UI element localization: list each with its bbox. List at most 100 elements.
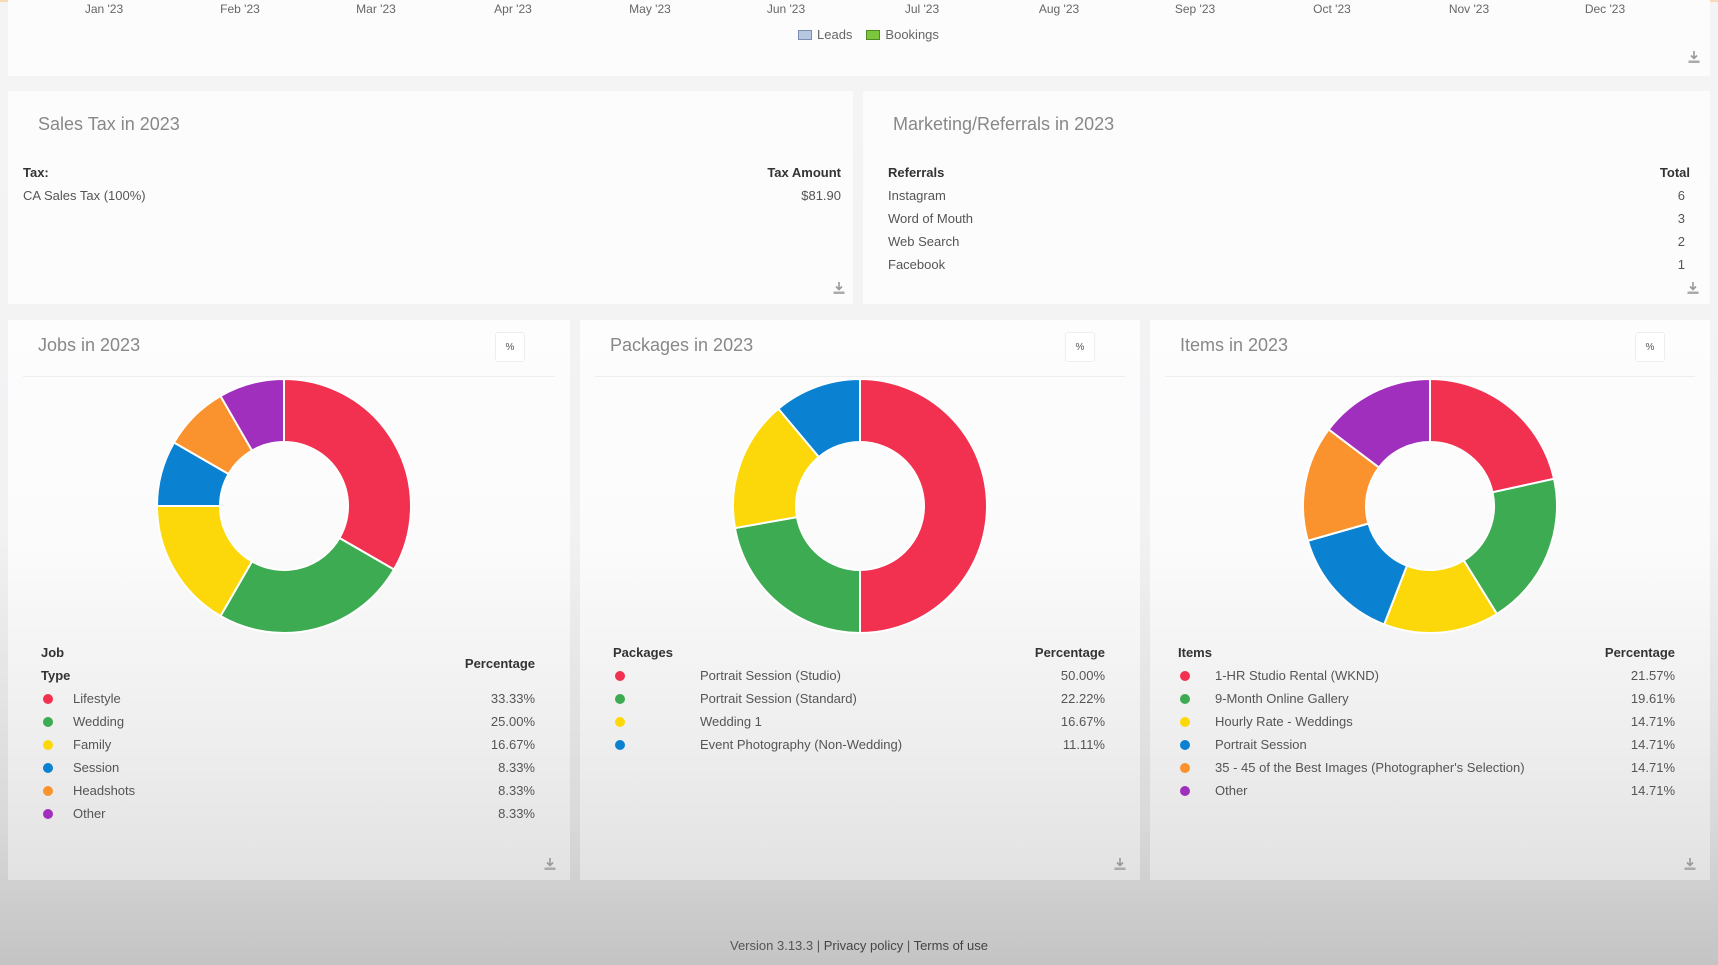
legend-label: Family (73, 737, 112, 752)
legend-dot (43, 694, 53, 704)
legend-dot (1180, 786, 1190, 796)
legend-dot (1180, 694, 1190, 704)
download-icon[interactable] (1686, 281, 1700, 295)
tax-name: CA Sales Tax (100%) (23, 188, 146, 203)
version-text: Version 3.13.3 (730, 938, 814, 953)
legend-swatch-bookings (866, 29, 881, 40)
percent-toggle-button[interactable]: % (1635, 332, 1665, 362)
referral-name: Facebook (888, 257, 946, 272)
legend-label: 9-Month Online Gallery (1215, 691, 1349, 706)
legend-dot (43, 717, 53, 727)
x-tick-label: Apr '23 (494, 2, 532, 16)
terms-of-use-link[interactable]: Terms of use (914, 938, 988, 953)
download-icon[interactable] (543, 857, 557, 871)
legend-label: Headshots (73, 783, 136, 798)
legend-percentage: 16.67% (1060, 714, 1105, 729)
x-tick-label: Nov '23 (1448, 2, 1490, 16)
panel-title: Items in 2023 (1180, 335, 1289, 355)
donut-slice-portrait-session-standard[interactable] (733, 515, 861, 635)
tax-amount: $81.90 (801, 188, 841, 203)
column-header-label: Packages (613, 645, 673, 660)
separator: | (813, 938, 824, 953)
legend-dot (615, 671, 625, 681)
x-tick-label: Aug '23 (1038, 2, 1080, 16)
donut-slice-1-hr-studio-rental-wknd[interactable] (1429, 377, 1556, 494)
x-tick-label: Jul '23 (904, 2, 940, 16)
legend-percentage: 21.57% (1630, 668, 1675, 683)
legend-dot (1180, 671, 1190, 681)
x-tick-label: Jun '23 (766, 2, 806, 16)
jobs-chart-panel: Jobs in 2023% Job Type Percentage Lifestyle 3… (8, 320, 570, 880)
download-icon[interactable] (1113, 857, 1127, 871)
panel-title: Packages in 2023 (610, 335, 754, 355)
legend-item-leads[interactable]: Leads (798, 27, 852, 42)
legend-percentage: 25.00% (490, 714, 535, 729)
referrals-panel: Marketing/Referrals in 2023 Referrals To… (863, 91, 1710, 304)
legend-label: Wedding (73, 714, 125, 729)
legend-dot (615, 694, 625, 704)
column-header-referrals: Referrals (888, 165, 945, 180)
legend-dot (615, 740, 625, 750)
legend-percentage: 33.33% (490, 691, 535, 706)
column-header-percentage: Percentage (464, 656, 535, 671)
legend-label: 35 - 45 of the Best Images (Photographer… (1215, 760, 1525, 775)
legend-percentage: 16.67% (490, 737, 535, 752)
legend-percentage: 14.71% (1630, 783, 1675, 798)
referral-total: 3 (1677, 211, 1685, 226)
legend-label: Lifestyle (73, 691, 121, 706)
sales-tax-panel: Sales Tax in 2023 Tax: Tax Amount CA Sal… (8, 91, 853, 304)
legend-percentage: 19.61% (1630, 691, 1675, 706)
legend-item-bookings[interactable]: Bookings (866, 27, 939, 42)
packages-chart-panel: Packages in 2023% Packages Percentage Portr… (580, 320, 1140, 880)
column-header-tax: Tax: (23, 165, 49, 180)
legend-dot (1180, 763, 1190, 773)
legend-dot (43, 786, 53, 796)
download-icon[interactable] (832, 281, 846, 295)
legend-percentage: 22.22% (1060, 691, 1105, 706)
legend-label: Portrait Session (Standard) (700, 691, 857, 706)
legend-swatch-leads (798, 29, 812, 40)
percent-toggle-button[interactable]: % (1065, 332, 1095, 362)
legend-percentage: 14.71% (1630, 714, 1675, 729)
footer: Version 3.13.3 | Privacy policy | Terms … (0, 938, 1718, 953)
column-header-tax-amount: Tax Amount (767, 165, 841, 180)
column-header-label-line2: Type (41, 668, 71, 683)
legend-label: Session (73, 760, 120, 775)
download-icon[interactable] (1683, 857, 1697, 871)
donut-slice-lifestyle[interactable] (283, 377, 412, 571)
legend-label: Other (1215, 783, 1248, 798)
percent-toggle-button[interactable]: % (495, 332, 525, 362)
legend-label: Wedding 1 (700, 714, 762, 729)
legend-label-bookings: Bookings (885, 27, 939, 42)
donut-chart (732, 377, 988, 635)
referral-name: Word of Mouth (888, 211, 974, 226)
legend-percentage: 14.71% (1630, 760, 1675, 775)
referral-total: 1 (1677, 257, 1685, 272)
referral-total: 2 (1677, 234, 1685, 249)
column-header-percentage: Percentage (1604, 645, 1675, 660)
x-tick-label: Sep '23 (1174, 2, 1216, 16)
x-tick-label: Oct '23 (1313, 2, 1351, 16)
legend-dot (1180, 717, 1190, 727)
x-tick-label: Mar '23 (356, 2, 396, 16)
legend-label: Other (73, 806, 106, 821)
legend-dot (43, 809, 53, 819)
legend-percentage: 11.11% (1062, 737, 1105, 752)
column-header-label: Job (41, 645, 65, 660)
legend-dot (43, 740, 53, 750)
privacy-policy-link[interactable]: Privacy policy (824, 938, 903, 953)
legend-label: Portrait Session (1215, 737, 1307, 752)
legend-percentage: 14.71% (1630, 737, 1675, 752)
download-icon[interactable] (1687, 50, 1701, 64)
column-header-total: Total (1659, 165, 1690, 180)
legend-label: 1-HR Studio Rental (WKND) (1215, 668, 1379, 683)
referral-name: Instagram (888, 188, 946, 203)
panel-title: Sales Tax in 2023 (38, 114, 180, 134)
legend-label: Portrait Session (Studio) (700, 668, 841, 683)
x-tick-label: Jan '23 (84, 2, 124, 16)
x-tick-label: May '23 (629, 2, 671, 16)
legend-percentage: 8.33% (498, 760, 535, 775)
leads-bookings-chart-panel: Jan '23 Feb '23 Mar '23 Apr '23 May '23 Jun '… (8, 0, 1710, 76)
donut-chart (1302, 377, 1558, 634)
donut-slice-portrait-session-studio[interactable] (859, 377, 988, 635)
